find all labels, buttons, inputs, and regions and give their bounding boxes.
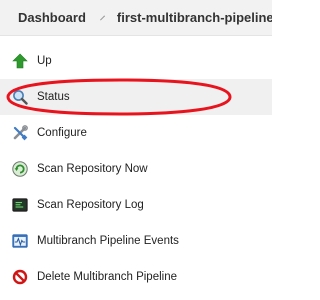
task-label: Up xyxy=(37,55,52,67)
task-label: Configure xyxy=(37,127,87,139)
task-multibranch-pipeline-events[interactable]: Multibranch Pipeline Events xyxy=(0,223,272,259)
delete-icon xyxy=(12,269,28,285)
event-log-icon xyxy=(12,233,28,249)
task-status[interactable]: Status xyxy=(0,79,272,115)
configure-tools-icon xyxy=(12,125,28,141)
refresh-icon xyxy=(12,161,28,177)
task-label: Status xyxy=(37,91,70,103)
task-configure[interactable]: Configure xyxy=(0,115,272,151)
task-scan-repository-now[interactable]: Scan Repository Now xyxy=(0,151,272,187)
task-label: Scan Repository Log xyxy=(37,199,144,211)
task-label: Delete Multibranch Pipeline xyxy=(37,271,177,283)
terminal-icon xyxy=(12,197,28,213)
search-icon xyxy=(12,89,28,105)
breadcrumb-pipeline[interactable]: first-multibranch-pipeline xyxy=(117,10,272,25)
task-up[interactable]: Up xyxy=(0,43,272,79)
task-label: Scan Repository Now xyxy=(37,163,148,175)
breadcrumb-dashboard[interactable]: Dashboard xyxy=(18,10,86,25)
task-scan-repository-log[interactable]: Scan Repository Log xyxy=(0,187,272,223)
breadcrumb-chevron-icon xyxy=(99,15,105,20)
up-arrow-icon xyxy=(12,53,28,69)
task-delete-multibranch-pipeline[interactable]: Delete Multibranch Pipeline xyxy=(0,259,272,295)
breadcrumb: Dashboard first-multibranch-pipeline xyxy=(0,0,272,36)
task-label: Multibranch Pipeline Events xyxy=(37,235,179,247)
